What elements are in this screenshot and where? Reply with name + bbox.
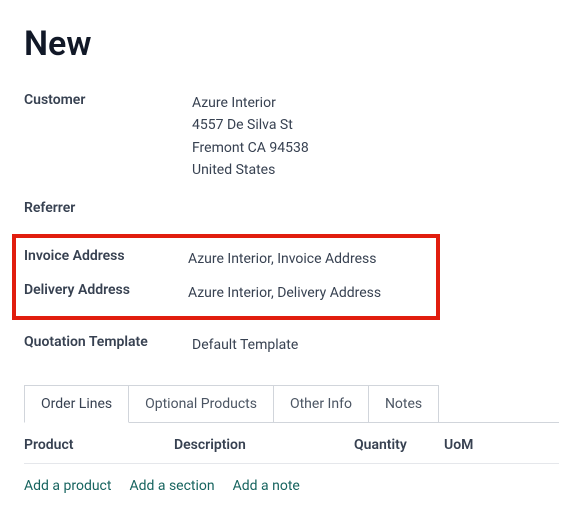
add-note-link[interactable]: Add a note: [233, 478, 300, 494]
column-description[interactable]: Description: [174, 437, 354, 453]
referrer-row: Referrer: [24, 200, 559, 216]
customer-row: Customer Azure Interior 4557 De Silva St…: [24, 92, 559, 182]
invoice-address-label: Invoice Address: [24, 248, 188, 264]
customer-city: Fremont CA 94538: [192, 137, 309, 159]
customer-street: 4557 De Silva St: [192, 114, 309, 136]
invoice-address-row: Invoice Address Azure Interior, Invoice …: [24, 248, 436, 270]
table-actions: Add a product Add a section Add a note: [24, 464, 559, 508]
tab-bar: Order Lines Optional Products Other Info…: [24, 385, 559, 423]
quotation-template-value[interactable]: Default Template: [192, 334, 298, 356]
customer-label: Customer: [24, 92, 192, 108]
customer-name: Azure Interior: [192, 92, 309, 114]
customer-value[interactable]: Azure Interior 4557 De Silva St Fremont …: [192, 92, 309, 182]
add-section-link[interactable]: Add a section: [129, 478, 214, 494]
page-title: New: [24, 24, 559, 64]
tab-other-info[interactable]: Other Info: [273, 385, 369, 422]
tab-order-lines[interactable]: Order Lines: [24, 385, 129, 423]
tab-notes[interactable]: Notes: [368, 385, 439, 422]
invoice-address-value[interactable]: Azure Interior, Invoice Address: [188, 248, 376, 270]
customer-country: United States: [192, 159, 309, 181]
table-header: Product Description Quantity UoM: [24, 423, 559, 464]
delivery-address-row: Delivery Address Azure Interior, Deliver…: [24, 282, 436, 304]
referrer-label: Referrer: [24, 200, 192, 216]
add-product-link[interactable]: Add a product: [24, 478, 111, 494]
tab-optional-products[interactable]: Optional Products: [128, 385, 274, 422]
column-product[interactable]: Product: [24, 437, 174, 453]
delivery-address-value[interactable]: Azure Interior, Delivery Address: [188, 282, 381, 304]
quotation-template-row: Quotation Template Default Template: [24, 334, 559, 356]
delivery-address-label: Delivery Address: [24, 282, 188, 298]
quotation-template-label: Quotation Template: [24, 334, 192, 350]
address-highlight: Invoice Address Azure Interior, Invoice …: [12, 234, 440, 321]
column-uom[interactable]: UoM: [444, 437, 524, 453]
column-quantity[interactable]: Quantity: [354, 437, 444, 453]
